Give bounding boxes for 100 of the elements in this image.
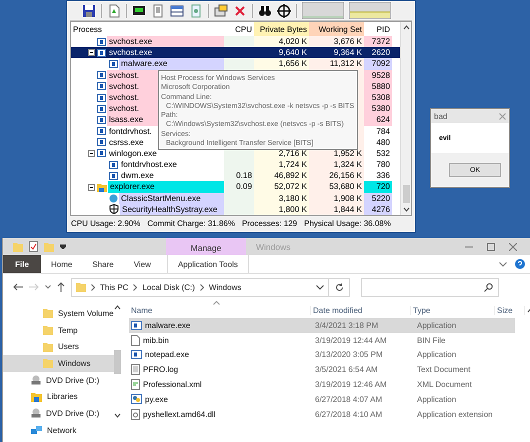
save-icon[interactable] [82,4,96,18]
column-header[interactable]: Working Set [309,22,364,36]
navigation-item[interactable]: Temp [3,322,114,338]
window-icon[interactable] [170,4,184,18]
chevron-down-icon[interactable] [499,262,507,266]
dropdown-icon[interactable] [60,244,66,249]
file-icon [131,334,140,346]
process-name: svchost.exe [109,47,152,58]
collapse-icon[interactable] [88,150,95,157]
refresh-button[interactable] [328,278,350,296]
orb-icon [109,194,118,203]
scroll-thumb[interactable] [402,184,410,202]
file-row[interactable]: notepad.exe 3/13/2020 3:05 PM Application [129,348,515,362]
folder-icon [97,182,107,192]
status-text: CPU Usage: 2.90% [71,218,140,228]
monitor-icon[interactable] [132,4,146,18]
folder-icon [43,358,53,368]
status-text: Commit Charge: 31.86% [147,218,235,228]
status-text: Physical Usage: 36.08% [304,218,391,228]
close-icon[interactable] [509,242,517,250]
navigation-item[interactable]: Network [3,422,114,438]
file-menu-button[interactable]: File [3,255,41,273]
python-app-icon [131,394,142,404]
close-icon[interactable] [233,4,247,18]
maximize-icon[interactable] [487,242,495,250]
column-header[interactable]: Date modified [311,306,411,315]
process-row[interactable]: svchost.exe 9,640 K 9,364 K 2620 [71,47,400,58]
search-field[interactable] [361,278,499,296]
up-icon[interactable] [57,282,65,292]
process-row[interactable]: svchost.exe 4,020 K 3,676 K 7372 [71,36,400,48]
process-row[interactable]: dwm.exe 0.18 46,892 K 26,156 K 336 [71,170,400,182]
ribbon-tab[interactable]: Share [82,255,124,273]
app-icon [131,320,142,330]
scroll-down-icon[interactable] [114,413,121,418]
collapse-icon[interactable] [88,184,95,191]
process-row[interactable]: SecurityHealthSystray.exe 1,800 K 1,844 K 4276 [71,204,400,215]
process-row[interactable]: fontdrvhost.exe 1,724 K 1,324 K 780 [71,159,400,170]
binoculars-icon[interactable] [258,4,272,18]
navigation-item[interactable]: System Volume [3,305,114,322]
file-row[interactable]: py.exe 6/27/2018 4:07 AM Application [129,392,515,407]
drive-icon [31,375,41,386]
process-name: fontdrvhost. [109,126,152,137]
process-name: explorer.exe [110,181,155,193]
breadcrumb-item[interactable]: Windows [208,282,242,292]
help-icon[interactable] [515,259,525,269]
refresh-icon [334,282,344,292]
process-name: fontdrvhost.exe [121,159,177,170]
recent-dropdown-icon[interactable] [45,285,51,289]
process-name: svchost. [109,103,140,114]
process-row[interactable]: malware.exe 1,656 K 11,312 K 7092 [71,58,400,70]
file-row[interactable]: Professional.xml 3/19/2019 12:46 AM XML Document [129,377,515,392]
window-title: Windows [256,242,292,252]
process-row[interactable]: ClassicStartMenu.exe 3,180 K 1,908 K 5220 [71,192,400,204]
column-header[interactable]: Type [411,306,495,315]
ribbon-tab[interactable]: Home [41,255,82,273]
back-icon[interactable] [13,283,23,291]
chevron-down-icon[interactable] [316,284,324,290]
chevron-right-icon [133,284,138,290]
navigation-item[interactable]: Libraries [3,388,114,406]
process-name: svchost. [109,70,140,81]
navigation-item[interactable]: DVD Drive (D:) [3,405,114,422]
file-row[interactable]: mib.bin 3/19/2019 12:44 AM BIN File [129,332,515,348]
process-name: csrss.exe [109,136,144,148]
memory-graph-drawing [349,2,391,19]
column-header[interactable]: Name [129,306,311,315]
app-icon [131,350,142,360]
process-name: dwm.exe [121,170,154,182]
breadcrumb-item[interactable]: This PC [100,282,128,292]
scrollbar[interactable] [400,22,411,215]
scroll-thumb[interactable] [114,350,121,374]
new-folder-icon [44,242,54,252]
scroll-down-icon[interactable] [402,207,410,212]
folder-icon [43,325,53,336]
folder-icon [76,282,86,292]
process-name: lsass.exe [109,114,144,126]
navigation-item[interactable]: Users [3,338,114,356]
address-bar[interactable]: This PC Local Disk (C:) Windows [71,278,329,296]
process-name: svchost. [109,92,140,104]
drive-icon [31,408,41,418]
navigation-item[interactable]: DVD Drive (D:) [3,372,114,388]
cpu-graph-drawing [302,2,344,19]
file-row[interactable]: pyshellext.amd64.dll 6/27/2018 4:10 AM Application extension [129,406,515,422]
navigation-item[interactable]: Windows [3,355,114,372]
collapse-icon[interactable] [88,49,95,56]
column-header[interactable]: Size [495,306,525,315]
document-icon[interactable] [107,4,121,18]
manage-tab[interactable]: Manage [166,238,246,255]
network-icon [31,425,42,436]
column-header[interactable]: Private Bytes [254,22,309,36]
chevron-right-icon [200,284,204,290]
file-row[interactable]: malware.exe 3/4/2021 3:18 PM Application [129,318,515,333]
ribbon-tab[interactable]: View [124,255,161,273]
crosshair-icon[interactable] [277,4,291,18]
file-row[interactable]: PFRO.log 3/5/2021 6:54 AM Text Document [129,362,515,378]
window-icon[interactable] [214,4,228,18]
process-name: malware.exe [121,58,168,70]
properties-icon[interactable] [29,241,38,252]
breadcrumb-item[interactable]: Local Disk (C:) [142,282,195,292]
document-icon[interactable] [151,4,165,18]
process-row[interactable]: explorer.exe 0.09 52,072 K 53,680 K 720 [71,181,400,193]
